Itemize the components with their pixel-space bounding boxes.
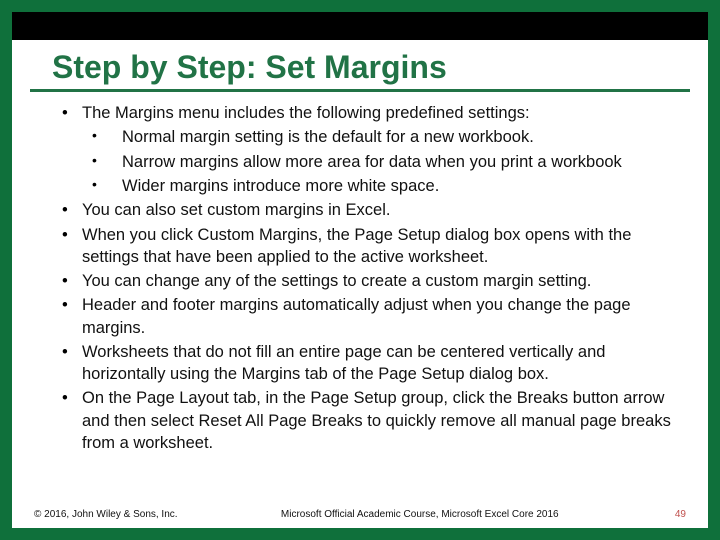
slide-title: Step by Step: Set Margins: [30, 40, 690, 92]
slide-content: The Margins menu includes the following …: [12, 102, 708, 454]
footer-center: Microsoft Official Academic Course, Micr…: [178, 509, 662, 520]
bullet-item: You can also set custom margins in Excel…: [62, 199, 676, 221]
bullet-item: You can change any of the settings to cr…: [62, 270, 676, 292]
footer-left: © 2016, John Wiley & Sons, Inc.: [34, 509, 178, 520]
bullet-item: When you click Custom Margins, the Page …: [62, 224, 676, 269]
sub-bullet-item: Wider margins introduce more white space…: [62, 175, 676, 197]
slide-frame: Step by Step: Set Margins The Margins me…: [0, 0, 720, 540]
bullet-item: Worksheets that do not fill an entire pa…: [62, 341, 676, 386]
footer-page-number: 49: [662, 509, 686, 520]
bullet-item: On the Page Layout tab, in the Page Setu…: [62, 387, 676, 454]
bullet-item: The Margins menu includes the following …: [62, 102, 676, 124]
bullet-item: Header and footer margins automatically …: [62, 294, 676, 339]
slide-footer: © 2016, John Wiley & Sons, Inc. Microsof…: [34, 509, 686, 520]
sub-bullet-item: Narrow margins allow more area for data …: [62, 151, 676, 173]
sub-bullet-item: Normal margin setting is the default for…: [62, 126, 676, 148]
top-black-band: [12, 12, 708, 40]
